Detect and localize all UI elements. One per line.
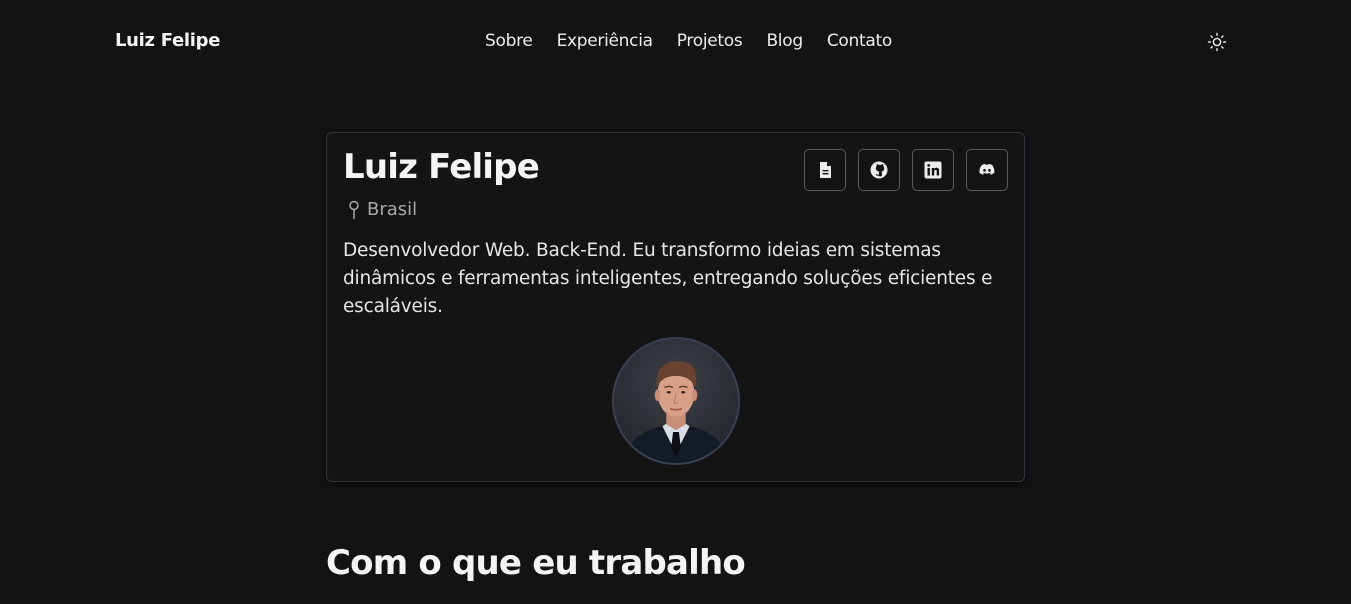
- document-icon: [820, 162, 831, 178]
- skills-section-title: Com o que eu trabalho: [326, 543, 746, 583]
- nav-link-sobre[interactable]: Sobre: [485, 31, 533, 51]
- profile-bio: Desenvolvedor Web. Back-End. Eu transfor…: [343, 240, 993, 317]
- profile-location: Brasil: [347, 199, 417, 220]
- sun-icon: [1207, 32, 1227, 52]
- profile-avatar: [612, 337, 740, 465]
- nav-link-contato[interactable]: Contato: [827, 31, 892, 51]
- nav-link-blog[interactable]: Blog: [766, 31, 803, 51]
- brand-logo[interactable]: Luiz Felipe: [115, 30, 220, 51]
- github-button[interactable]: [858, 149, 900, 191]
- linkedin-button[interactable]: [912, 149, 954, 191]
- profile-photo: [623, 361, 729, 463]
- map-pin-icon: [349, 200, 359, 219]
- nav-link-projetos[interactable]: Projetos: [677, 31, 743, 51]
- nav-link-experiencia[interactable]: Experiência: [557, 31, 653, 51]
- social-links: [804, 149, 1008, 191]
- linkedin-icon: [924, 161, 942, 179]
- theme-toggle-button[interactable]: [1207, 32, 1227, 52]
- discord-button[interactable]: [966, 149, 1008, 191]
- resume-button[interactable]: [804, 149, 846, 191]
- main-nav: Sobre Experiência Projetos Blog Contato: [485, 31, 892, 51]
- profile-card: Luiz Felipe Brasil Desenvolvedor Web. Ba…: [326, 132, 1025, 482]
- site-header: Luiz Felipe Sobre Experiência Projetos B…: [0, 0, 1351, 84]
- github-icon: [870, 161, 888, 179]
- location-text: Brasil: [367, 199, 418, 220]
- discord-icon: [979, 163, 995, 175]
- profile-name: Luiz Felipe: [343, 147, 540, 187]
